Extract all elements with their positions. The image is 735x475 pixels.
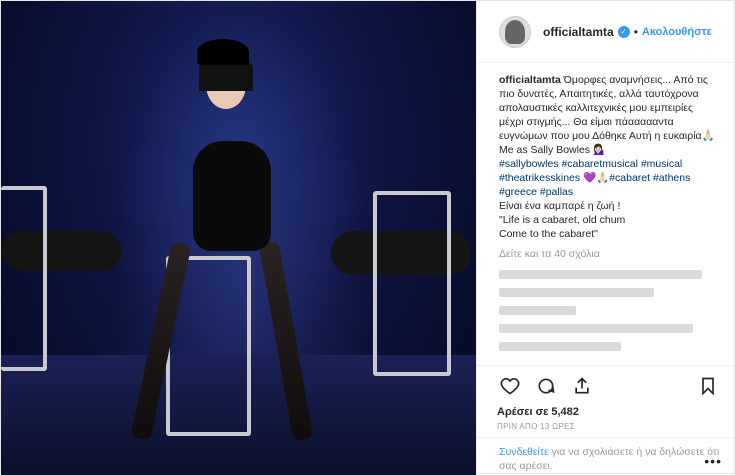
heart-icon[interactable] <box>497 373 523 399</box>
comment-icon[interactable] <box>533 373 559 399</box>
dancer-hair <box>199 61 253 91</box>
avatar[interactable] <box>499 15 531 48</box>
post-container: officialtamta ✓ • Ακολουθήστε officialta… <box>0 0 735 475</box>
blurred-comment <box>499 324 694 333</box>
chair-left <box>1 186 47 371</box>
caption-username[interactable]: officialtamta <box>499 74 561 86</box>
post-header: officialtamta ✓ • Ακολουθήστε <box>477 1 735 63</box>
dancer-hat <box>197 39 249 65</box>
chair-right <box>373 191 451 376</box>
caption-line: Είναι ένα καμπαρέ η ζωή ! <box>499 200 621 212</box>
separator-dot: • <box>633 24 638 39</box>
blurred-comment <box>499 288 654 297</box>
comments-section: officialtamta Όμορφες αναμνήσεις... Από … <box>477 63 735 351</box>
post-photo[interactable] <box>1 1 476 475</box>
post-sidebar: officialtamta ✓ • Ακολουθήστε officialta… <box>476 1 735 475</box>
bookmark-icon[interactable] <box>695 373 721 399</box>
header-username[interactable]: officialtamta <box>543 25 614 39</box>
blurred-comment <box>499 306 577 315</box>
caption-text: Όμορφες αναμνήσεις... Από τις πιο δυνατέ… <box>499 74 715 156</box>
actions-bar: Αρέσει σε 5,482 ΠΡΙΝ ΑΠΟ 13 ΩΡΕΣ <box>477 365 735 431</box>
dancer-body <box>193 141 271 251</box>
login-link[interactable]: Συνδεθείτε <box>499 446 549 458</box>
share-icon[interactable] <box>569 373 595 399</box>
post-timestamp: ΠΡΙΝ ΑΠΟ 13 ΩΡΕΣ <box>497 422 575 431</box>
blurred-comment <box>499 342 621 351</box>
caption-line: "Life is a cabaret, old chum <box>499 214 626 226</box>
caption-hashtags[interactable]: #sallybowles #cabaretmusical #musical #t… <box>499 157 720 199</box>
more-options-button[interactable]: ••• <box>704 453 722 469</box>
blurred-comment <box>499 270 703 279</box>
view-all-comments-link[interactable]: Δείτε και τα 40 σχόλια <box>499 247 720 261</box>
likes-count[interactable]: Αρέσει σε 5,482 <box>497 406 721 418</box>
login-prompt: Συνδεθείτε για να σχολιάσετε ή να δηλώσε… <box>477 437 735 473</box>
caption-line: Come to the cabaret" <box>499 228 598 240</box>
follow-button[interactable]: Ακολουθήστε <box>642 26 712 38</box>
caption: officialtamta Όμορφες αναμνήσεις... Από … <box>499 73 720 241</box>
verified-badge-icon: ✓ <box>617 25 630 38</box>
